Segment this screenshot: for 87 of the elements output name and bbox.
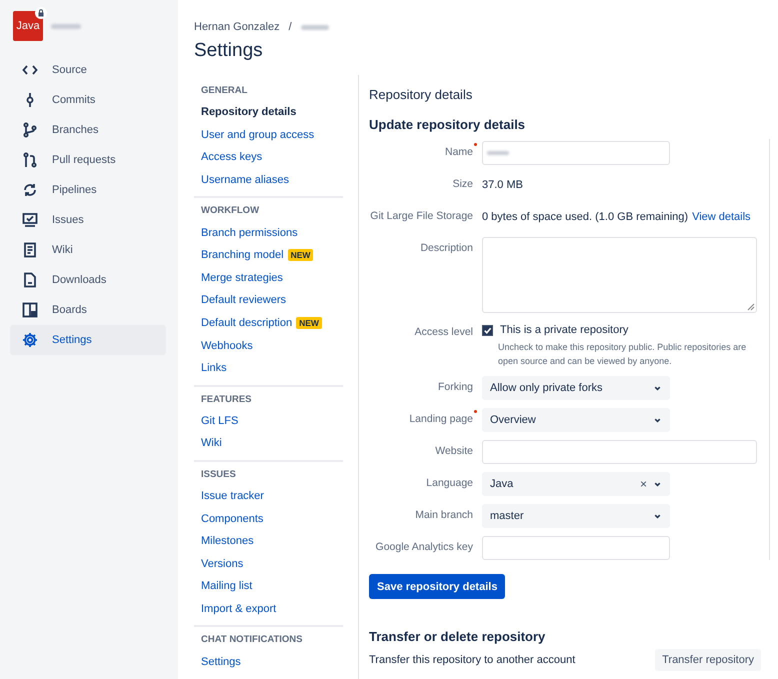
field-value: 0 bytes of space used. (1.0 GB remaining) <box>482 211 688 223</box>
sidebar-item[interactable]: Settings <box>10 325 166 355</box>
field-label: Landing page <box>408 412 473 426</box>
sidebar-item[interactable]: Source <box>10 55 166 85</box>
settings-link[interactable]: Git LFS <box>201 414 238 427</box>
settings-link[interactable]: Access keys <box>201 151 262 164</box>
chevron-down-icon <box>653 512 662 520</box>
board-icon <box>22 302 38 318</box>
refresh-icon <box>22 182 38 198</box>
checkbox[interactable] <box>482 324 493 336</box>
section-heading: CHAT NOTIFICATIONS <box>201 634 304 648</box>
breadcrumb-separator: / <box>288 21 292 33</box>
transfer-button[interactable]: Transfer repository <box>655 649 761 671</box>
field-label: Main branch <box>414 508 473 522</box>
save-button[interactable]: Save repository details <box>369 574 506 599</box>
settings-link[interactable]: Issue tracker <box>201 490 264 502</box>
text-field[interactable] <box>482 141 670 165</box>
redacted-text <box>51 24 81 28</box>
settings-link[interactable]: Username aliases <box>201 174 290 186</box>
field-label: Google Analytics key <box>374 540 473 554</box>
document-icon <box>22 242 38 258</box>
field-label: Forking <box>436 380 473 394</box>
settings-link[interactable]: Webhooks <box>201 340 253 352</box>
sidebar-item[interactable]: Wiki <box>10 235 166 265</box>
sidebar-item[interactable]: Commits <box>10 85 166 115</box>
text-field[interactable] <box>482 536 670 560</box>
form-title: Update repository details <box>369 117 526 134</box>
select-field[interactable]: Java × <box>482 472 670 496</box>
section-heading: WORKFLOW <box>201 205 260 218</box>
settings-link[interactable]: Branching model <box>201 249 284 262</box>
transfer-text: Transfer this repository to another account <box>369 654 576 666</box>
file-icon <box>22 272 38 288</box>
settings-link[interactable]: Merge strategies <box>201 272 283 284</box>
sidebar-item[interactable]: Pipelines <box>10 175 166 205</box>
settings-link[interactable]: Repository details <box>201 106 296 118</box>
monitor-icon <box>22 212 38 228</box>
chevron-down-icon <box>653 480 662 488</box>
new-badge: NEW <box>288 249 314 262</box>
settings-link[interactable]: Versions <box>201 558 244 570</box>
settings-link[interactable]: Branch permissions <box>201 226 298 239</box>
description-field[interactable] <box>482 237 757 313</box>
chevron-down-icon <box>653 384 662 392</box>
sidebar-item[interactable]: Pull requests <box>10 145 166 175</box>
settings-link[interactable]: Wiki <box>201 437 222 450</box>
field-label: Access level <box>414 325 473 339</box>
pull-request-icon <box>22 152 38 168</box>
field-label: Language <box>425 476 473 490</box>
sidebar-item[interactable]: Branches <box>10 115 166 145</box>
settings-icon <box>22 332 38 348</box>
page-title: Settings <box>194 40 264 63</box>
settings-link[interactable]: Import & export <box>201 602 276 615</box>
section-heading: ISSUES <box>201 468 237 482</box>
settings-link[interactable]: Default description <box>201 317 292 330</box>
section-heading: GENERAL <box>201 85 248 98</box>
sidebar-item[interactable]: Boards <box>10 295 166 325</box>
resize-handle-icon[interactable] <box>747 303 755 311</box>
text-field[interactable] <box>482 440 757 464</box>
select-field[interactable]: Allow only private forks <box>482 376 670 400</box>
new-badge: NEW <box>296 317 322 330</box>
redacted-text <box>300 24 329 30</box>
field-label: Website <box>434 444 473 458</box>
select-field[interactable]: master <box>482 504 670 528</box>
clear-icon[interactable]: × <box>640 477 647 491</box>
sidebar-item[interactable]: Issues <box>10 205 166 235</box>
settings-link[interactable]: Milestones <box>201 535 254 548</box>
sidebar-item[interactable]: Downloads <box>10 265 166 295</box>
field-label: Name <box>444 145 473 159</box>
chevron-down-icon <box>653 416 662 424</box>
section-title: Repository details <box>369 87 474 104</box>
breadcrumb-link[interactable]: Hernan Gonzalez <box>194 21 280 33</box>
select-field[interactable]: Overview <box>482 408 670 432</box>
settings-link[interactable]: User and group access <box>201 128 314 141</box>
settings-link[interactable]: Components <box>201 512 264 525</box>
transfer-title: Transfer or delete repository <box>369 629 546 646</box>
hint-text: Uncheck to make this repository public. Public repositories are open source and can be viewed by anyone. <box>498 341 748 368</box>
view-details-link[interactable]: View details <box>692 211 751 223</box>
section-heading: FEATURES <box>201 394 252 407</box>
settings-link[interactable]: Default reviewers <box>201 294 286 306</box>
field-value: 37.0 MB <box>482 179 523 191</box>
field-label: Git Large File Storage <box>369 209 473 223</box>
branch-icon <box>22 122 38 138</box>
settings-link[interactable]: Settings <box>201 656 241 668</box>
field-label: Description <box>419 241 473 255</box>
settings-link[interactable]: Links <box>201 362 227 374</box>
field-label: Size <box>452 177 473 191</box>
settings-link[interactable]: Mailing list <box>201 580 252 592</box>
checkbox-label: This is a private repository <box>500 324 628 336</box>
